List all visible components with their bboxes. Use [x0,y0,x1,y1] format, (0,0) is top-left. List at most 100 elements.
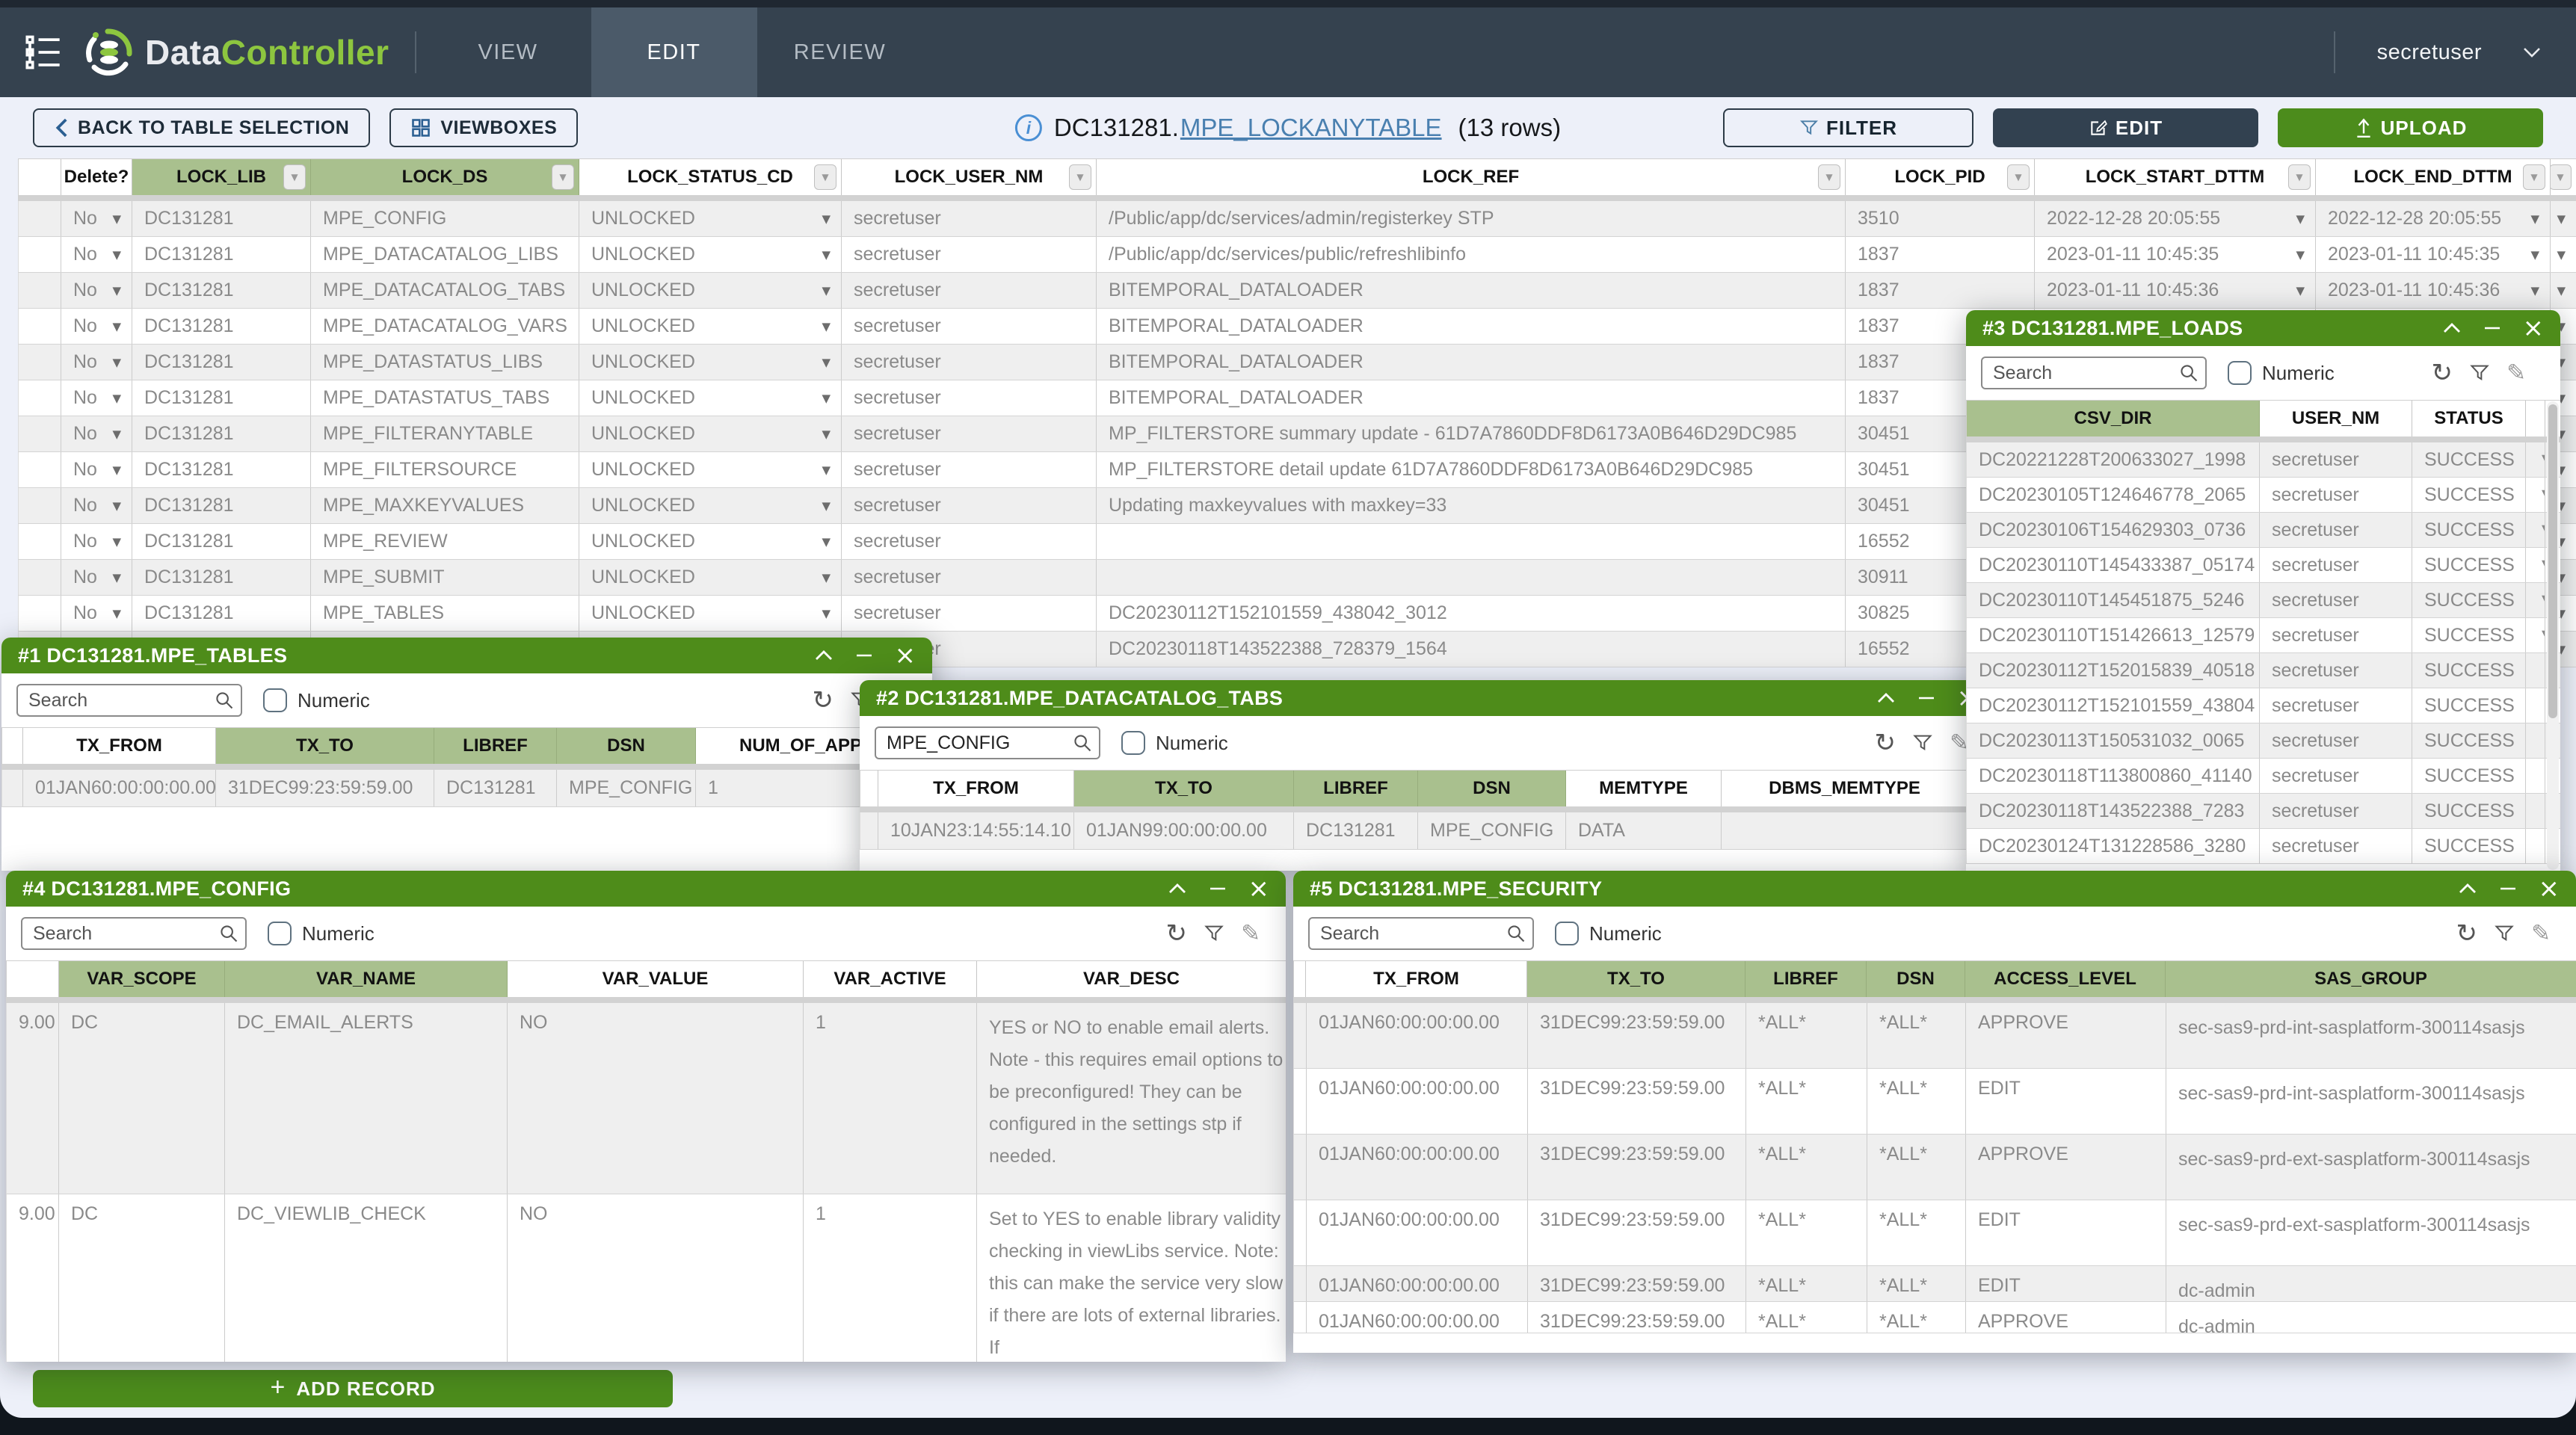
dropdown-arrow-icon[interactable]: ▼ [112,392,121,405]
dropdown-arrow-icon[interactable]: ▼ [2530,284,2539,297]
dropdown-arrow-icon[interactable]: ▼ [112,535,121,549]
collapse-icon[interactable] [2442,322,2462,334]
minimize-icon[interactable] [2484,326,2500,330]
column-filter-button[interactable]: ▼ [2523,164,2545,190]
numeric-checkbox[interactable] [1555,922,1579,945]
column-filter-button[interactable]: ▼ [2007,164,2030,190]
collapse-icon[interactable] [1168,883,1187,895]
edit-pencil-icon[interactable]: ✎ [2506,359,2526,386]
dropdown-arrow-icon[interactable]: ▼ [112,428,121,441]
filter-funnel-icon[interactable] [2494,923,2515,944]
tab-review[interactable]: REVIEW [757,7,923,97]
dropdown-arrow-icon[interactable]: ▼ [112,607,121,620]
tab-edit[interactable]: EDIT [591,7,757,97]
table-row[interactable]: DC20230112T152101559_43804secretuserSUCC… [1966,688,2560,723]
close-icon[interactable]: × [2539,876,2560,901]
dropdown-arrow-icon[interactable]: ▼ [2530,248,2539,262]
column-filter-button[interactable]: ▼ [2551,164,2572,190]
search-input[interactable] [1981,357,2207,389]
close-icon[interactable]: × [2523,315,2545,341]
collapse-icon[interactable] [814,649,833,661]
minimize-icon[interactable] [856,653,872,658]
table-row[interactable]: DC20230113T150531032_0065secretuserSUCCE… [1966,723,2560,759]
panel-titlebar[interactable]: #5 DC131281.MPE_SECURITY × [1293,871,2576,907]
dropdown-arrow-icon[interactable]: ▼ [822,212,831,226]
search-input[interactable] [875,726,1100,759]
table-row[interactable]: DC20230118T143522388_7283secretuserSUCCE… [1966,794,2560,829]
edit-pencil-icon[interactable]: ✎ [2531,920,2551,947]
panel-titlebar[interactable]: #1 DC131281.MPE_TABLES × [1,638,932,673]
filter-funnel-icon[interactable] [1204,923,1224,944]
minimize-icon[interactable] [1210,886,1226,891]
table-row[interactable]: DC20230110T145433387_05174secretuserSUCC… [1966,548,2560,583]
table-name-link[interactable]: MPE_LOCKANYTABLE [1180,114,1442,142]
table-row[interactable]: 01JAN60:00:00:00.0031DEC99:23:59:59.00*A… [1293,1069,2576,1135]
dropdown-arrow-icon[interactable]: ▼ [822,248,831,262]
refresh-icon[interactable]: ↻ [2456,919,2478,948]
minimize-icon[interactable] [2500,886,2516,891]
dropdown-arrow-icon[interactable]: ▼ [112,284,121,297]
table-row[interactable]: No▼DC131281MPE_CONFIGUNLOCKED▼secretuser… [18,201,2576,237]
numeric-checkbox[interactable] [268,922,292,945]
dropdown-arrow-icon[interactable]: ▼ [822,499,831,513]
dropdown-arrow-icon[interactable]: ▼ [822,392,831,405]
table-row[interactable]: 01JAN60:00:00:00.0031DEC99:23:59:59.00*A… [1293,1200,2576,1266]
search-input[interactable] [16,684,242,717]
back-to-table-selection-button[interactable]: BACK TO TABLE SELECTION [33,108,370,147]
table-row[interactable]: 01JAN60:00:00:00.0031DEC99:23:59:59.00*A… [1293,1135,2576,1200]
vertical-scrollbar[interactable] [2547,401,2559,870]
table-row[interactable]: 01JAN60:00:00:00.0031DEC99:23:59:59.00DC… [1,770,932,807]
table-row[interactable]: DC20230106T154629303_0736secretuserSUCCE… [1966,513,2560,548]
dropdown-arrow-icon[interactable]: ▼ [112,463,121,477]
dropdown-arrow-icon[interactable]: ▼ [822,571,831,584]
refresh-icon[interactable]: ↻ [1875,728,1896,758]
dropdown-arrow-icon[interactable]: ▼ [822,284,831,297]
column-filter-button[interactable]: ▼ [1818,164,1840,190]
dropdown-arrow-icon[interactable]: ▼ [822,607,831,620]
dropdown-arrow-icon[interactable]: ▼ [112,212,121,226]
dropdown-arrow-icon[interactable]: ▼ [822,428,831,441]
tree-menu-icon[interactable] [21,30,66,75]
dropdown-arrow-icon[interactable]: ▼ [2557,212,2566,226]
column-filter-button[interactable]: ▼ [283,164,306,190]
filter-funnel-icon[interactable] [1912,732,1933,753]
numeric-checkbox[interactable] [2228,361,2252,385]
panel-titlebar[interactable]: #3 DC131281.MPE_LOADS × [1966,310,2560,346]
table-row[interactable]: 01JAN60:00:00:00.0031DEC99:23:59:59.00*A… [1293,1003,2576,1069]
panel-titlebar[interactable]: #2 DC131281.MPE_DATACATALOG_TABS × [860,680,1994,716]
filter-funnel-icon[interactable] [2469,362,2490,383]
table-row[interactable]: DC20230124T131228586_3280secretuserSUCCE… [1966,829,2560,864]
table-row[interactable]: DC20230110T145451875_5246secretuserSUCCE… [1966,583,2560,618]
brand-logo[interactable]: DataController [85,28,389,76]
refresh-icon[interactable]: ↻ [2432,358,2453,388]
dropdown-arrow-icon[interactable]: ▼ [112,356,121,369]
dropdown-arrow-icon[interactable]: ▼ [822,535,831,549]
close-icon[interactable]: × [895,643,916,668]
table-row[interactable]: DC20230110T151426613_12579secretuserSUCC… [1966,618,2560,653]
edit-button[interactable]: EDIT [1993,108,2258,147]
numeric-checkbox[interactable] [263,688,287,712]
filter-button[interactable]: FILTER [1723,108,1973,147]
dropdown-arrow-icon[interactable]: ▼ [112,248,121,262]
numeric-checkbox[interactable] [1121,731,1145,755]
column-filter-button[interactable]: ▼ [814,164,836,190]
close-icon[interactable]: × [1248,876,1270,901]
collapse-icon[interactable] [1876,692,1896,704]
table-row[interactable]: DC20221228T200633027_1998secretuserSUCCE… [1966,442,2560,478]
user-menu[interactable]: secretuser [2334,7,2576,97]
dropdown-arrow-icon[interactable]: ▼ [112,320,121,333]
dropdown-arrow-icon[interactable]: ▼ [2296,212,2305,226]
table-row[interactable]: 01JAN60:00:00:00.0031DEC99:23:59:59.00*A… [1293,1266,2576,1302]
column-filter-button[interactable]: ▼ [552,164,574,190]
table-row[interactable]: No▼DC131281MPE_DATACATALOG_TABSUNLOCKED▼… [18,273,2576,309]
dropdown-arrow-icon[interactable]: ▼ [112,571,121,584]
collapse-icon[interactable] [2458,883,2477,895]
dropdown-arrow-icon[interactable]: ▼ [112,499,121,513]
tab-view[interactable]: VIEW [425,7,591,97]
refresh-icon[interactable]: ↻ [1166,919,1188,948]
upload-button[interactable]: UPLOAD [2278,108,2543,147]
table-row[interactable]: DC20230112T152015839_40518secretuserSUCC… [1966,653,2560,688]
column-filter-button[interactable]: ▼ [2288,164,2311,190]
scrollbar-thumb[interactable] [2548,404,2557,718]
add-record-button[interactable]: + ADD RECORD [33,1370,673,1407]
